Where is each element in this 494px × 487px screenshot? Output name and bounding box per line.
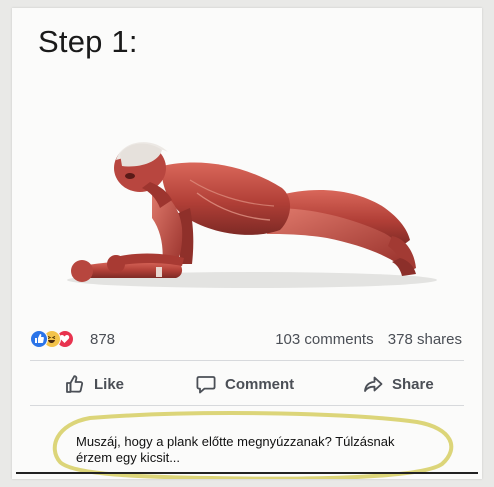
comments-count[interactable]: 103 comments (275, 331, 373, 348)
comment-label: Comment (225, 375, 295, 393)
like-icon (30, 330, 48, 348)
post-card: Step 1: 878 103 comments 378 shares Like… (12, 8, 482, 479)
share-arrow-icon (364, 376, 383, 392)
plank-anatomy-illustration (67, 142, 437, 288)
thumbs-up-icon (66, 375, 84, 393)
stats-divider (30, 360, 464, 361)
reaction-count[interactable]: 878 (90, 331, 115, 348)
share-button[interactable]: Share (362, 372, 434, 396)
actions-divider (30, 405, 464, 406)
like-label: Like (94, 375, 125, 393)
speech-bubble-icon (196, 376, 216, 394)
post-actions: Like Comment Share (12, 364, 482, 404)
share-label: Share (392, 375, 434, 393)
shares-count[interactable]: 378 shares (388, 331, 462, 348)
like-button[interactable]: Like (64, 372, 124, 396)
bottom-divider (16, 472, 478, 474)
comment-text: Muszáj, hogy a plank előtte megnyúzzanak… (76, 434, 395, 465)
engagement-counts: 103 comments 378 shares (265, 331, 462, 348)
comment-button[interactable]: Comment (195, 372, 294, 396)
comment-area: Muszáj, hogy a plank előtte megnyúzzanak… (12, 408, 482, 479)
post-stats: 878 103 comments 378 shares (12, 326, 482, 352)
post-title: Step 1: (38, 24, 138, 59)
